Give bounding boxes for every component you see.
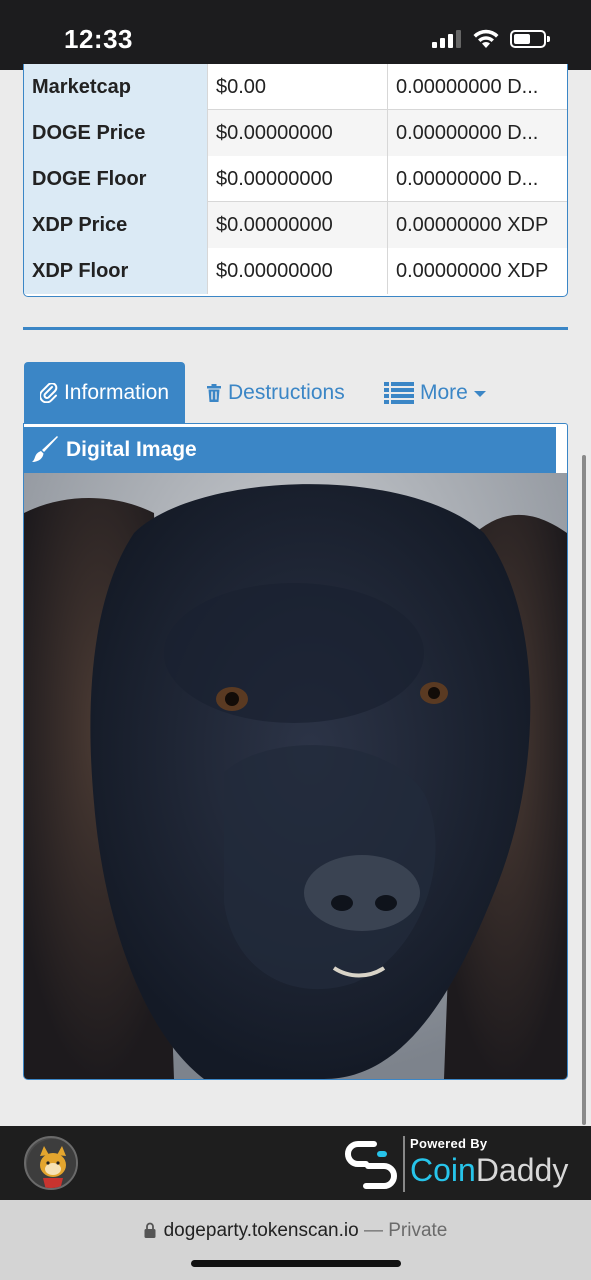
list-icon (384, 381, 414, 404)
section-divider (23, 327, 568, 330)
brand-coin-text: Coin (410, 1152, 476, 1188)
brand-separator (403, 1136, 405, 1192)
row-usd-value: $0.00000000 (207, 202, 387, 248)
panel-header: Digital Image (24, 427, 556, 473)
chevron-down-icon (473, 390, 486, 397)
site-footer: Powered By CoinDaddy (0, 1126, 591, 1200)
tab-more-label: More (420, 380, 468, 404)
row-usd-value: $0.00000000 (207, 156, 387, 202)
panel-title: Digital Image (66, 438, 197, 461)
row-native-value: 0.00000000 XDP (387, 202, 567, 248)
status-time: 12:33 (64, 24, 133, 54)
table-row: XDP Price $0.00000000 0.00000000 XDP (24, 202, 567, 248)
table-row: Marketcap $0.00 0.00000000 D... (24, 64, 567, 110)
row-native-value: 0.00000000 D... (387, 156, 567, 202)
row-native-value: 0.00000000 XDP (387, 248, 567, 294)
row-usd-value: $0.00 (207, 64, 387, 110)
brand-daddy-text: Daddy (475, 1152, 569, 1188)
row-usd-value: $0.00000000 (207, 110, 387, 156)
tab-destructions-label: Destructions (228, 380, 345, 404)
status-bar: 12:33 (0, 0, 591, 70)
trash-icon (207, 383, 221, 402)
row-usd-value: $0.00000000 (207, 248, 387, 294)
coindaddy-brand[interactable]: CoinDaddy (410, 1152, 568, 1189)
price-table: Marketcap $0.00 0.00000000 D... DOGE Pri… (23, 64, 568, 297)
browser-url-bar[interactable]: dogeparty.tokenscan.io — Private (0, 1200, 591, 1280)
url-domain: dogeparty.tokenscan.io (163, 1220, 359, 1241)
table-row: XDP Floor $0.00000000 0.00000000 XDP (24, 248, 567, 294)
powered-by-label: Powered By (410, 1136, 488, 1151)
dog-photo-image[interactable] (24, 473, 567, 1079)
coindaddy-logo-icon (345, 1141, 397, 1189)
tab-information-label: Information (63, 380, 170, 404)
tab-more[interactable]: More (384, 362, 486, 423)
paperclip-icon (39, 382, 58, 403)
battery-icon (510, 30, 550, 48)
row-label: XDP Price (24, 202, 207, 248)
row-label: DOGE Price (24, 110, 207, 156)
cellular-signal-icon (432, 30, 462, 48)
home-indicator[interactable] (191, 1260, 401, 1267)
tab-destructions[interactable]: Destructions (206, 362, 345, 423)
row-native-value: 0.00000000 D... (387, 110, 567, 156)
row-label: Marketcap (24, 64, 207, 110)
row-label: XDP Floor (24, 248, 207, 294)
lock-icon (144, 1222, 156, 1238)
scrollbar[interactable] (582, 455, 586, 1125)
table-row: DOGE Price $0.00000000 0.00000000 D... (24, 110, 567, 156)
row-label: DOGE Floor (24, 156, 207, 202)
paintbrush-icon (32, 436, 58, 462)
table-row: DOGE Floor $0.00000000 0.00000000 D... (24, 156, 567, 202)
doge-avatar-logo[interactable] (24, 1136, 78, 1190)
digital-image-panel: Digital Image (23, 423, 568, 1080)
wifi-icon (473, 29, 499, 48)
private-mode-label: — Private (363, 1220, 448, 1241)
url-display[interactable]: dogeparty.tokenscan.io — Private (0, 1220, 591, 1242)
tab-information[interactable]: Information (24, 362, 185, 423)
row-native-value: 0.00000000 D... (387, 64, 567, 110)
